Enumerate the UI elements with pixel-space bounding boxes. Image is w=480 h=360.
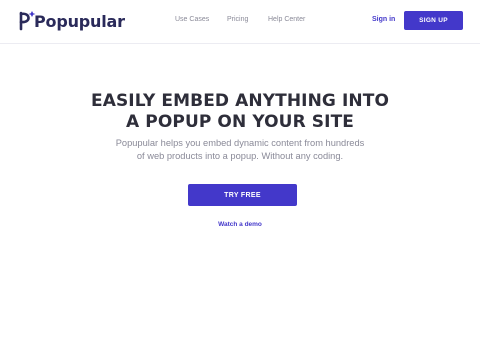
sign-in-link[interactable]: Sign in [372, 16, 395, 23]
hero-title: EASILY EMBED ANYTHING INTO A POPUP ON YO… [0, 91, 480, 133]
hero-section: EASILY EMBED ANYTHING INTO A POPUP ON YO… [0, 91, 480, 162]
hero-title-line-1: EASILY EMBED ANYTHING INTO [90, 91, 390, 111]
hero-title-line-2: A POPUP ON YOUR SITE [126, 112, 354, 132]
hero-subtitle: Popupular helps you embed dynamic conten… [0, 137, 480, 162]
hero-subtitle-line-2: of web products into a popup. Without an… [136, 150, 344, 161]
try-free-button[interactable]: TRY FREE [188, 184, 297, 206]
nav-use-cases[interactable]: Use Cases [175, 16, 209, 23]
nav-help-center[interactable]: Help Center [268, 16, 305, 23]
watch-demo-link[interactable]: Watch a demo [0, 221, 480, 228]
nav-pricing[interactable]: Pricing [227, 16, 248, 23]
sign-up-button[interactable]: SIGN UP [404, 11, 463, 30]
hero-subtitle-line-1: Popupular helps you embed dynamic conten… [115, 138, 365, 148]
site-header: Popupular Use Cases Pricing Help Center … [0, 0, 480, 44]
